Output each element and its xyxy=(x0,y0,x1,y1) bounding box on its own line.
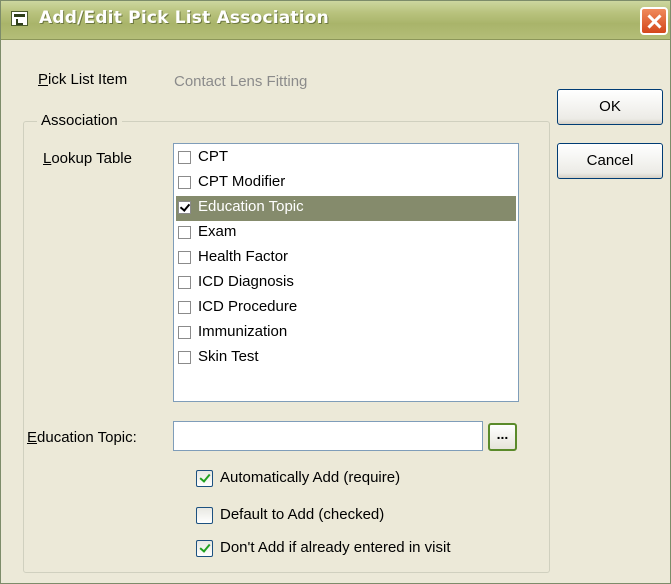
close-icon[interactable] xyxy=(640,7,668,35)
lookup-item[interactable]: Education Topic xyxy=(176,196,516,221)
lookup-item-checkbox[interactable] xyxy=(178,176,191,189)
lookup-item-label: Skin Test xyxy=(198,348,259,365)
option-label[interactable]: Don't Add if already entered in visit xyxy=(220,539,451,556)
option-label[interactable]: Automatically Add (require) xyxy=(220,469,400,486)
lookup-item[interactable]: Health Factor xyxy=(176,246,516,271)
lookup-item-label: Health Factor xyxy=(198,248,289,265)
lookup-item[interactable]: CPT Modifier xyxy=(176,171,516,196)
lookup-item[interactable]: Exam xyxy=(176,221,516,246)
lookup-item-label: Exam xyxy=(198,223,237,240)
dialog-icon xyxy=(11,11,28,26)
lookup-table-listbox[interactable]: CPT CPT Modifier Education Topic Exam Health… xyxy=(173,143,519,402)
option-checkbox[interactable] xyxy=(196,540,213,557)
option-checkbox[interactable] xyxy=(196,507,213,524)
title-bar[interactable]: Add/Edit Pick List Association xyxy=(1,1,670,40)
lookup-item-checkbox[interactable] xyxy=(178,276,191,289)
lookup-item-label: ICD Procedure xyxy=(198,298,298,315)
option-label[interactable]: Default to Add (checked) xyxy=(220,506,384,523)
lookup-item-checkbox[interactable] xyxy=(178,301,191,314)
lookup-item[interactable]: Immunization xyxy=(176,321,516,346)
lookup-item-checkbox[interactable] xyxy=(178,151,191,164)
lookup-item-label: ICD Diagnosis xyxy=(198,273,294,290)
association-legend: Association xyxy=(37,112,122,129)
pick-list-item-label: Pick List Item xyxy=(38,71,128,88)
ok-button[interactable]: OK xyxy=(557,89,663,125)
lookup-item-checkbox[interactable] xyxy=(178,251,191,264)
window-title: Add/Edit Pick List Association xyxy=(39,8,329,28)
education-topic-input[interactable] xyxy=(173,421,483,451)
lookup-item-checkbox[interactable] xyxy=(178,201,191,214)
browse-button[interactable]: ... xyxy=(488,423,517,451)
lookup-table-label: Lookup Table xyxy=(43,150,132,167)
lookup-item-label: Education Topic xyxy=(198,198,304,215)
lookup-item-checkbox[interactable] xyxy=(178,326,191,339)
lookup-item[interactable]: ICD Diagnosis xyxy=(176,271,516,296)
option-checkbox[interactable] xyxy=(196,470,213,487)
lookup-item-checkbox[interactable] xyxy=(178,226,191,239)
cancel-button[interactable]: Cancel xyxy=(557,143,663,179)
lookup-item[interactable]: CPT xyxy=(176,146,516,171)
education-topic-label: Education Topic: xyxy=(27,429,137,446)
lookup-item-checkbox[interactable] xyxy=(178,351,191,364)
lookup-item-label: CPT Modifier xyxy=(198,173,286,190)
lookup-item-label: Immunization xyxy=(198,323,288,340)
lookup-item[interactable]: Skin Test xyxy=(176,346,516,371)
dialog-window: Add/Edit Pick List Association Pick List… xyxy=(0,0,671,584)
lookup-item[interactable]: ICD Procedure xyxy=(176,296,516,321)
lookup-item-label: CPT xyxy=(198,148,228,165)
pick-list-item-value: Contact Lens Fitting xyxy=(174,73,308,90)
